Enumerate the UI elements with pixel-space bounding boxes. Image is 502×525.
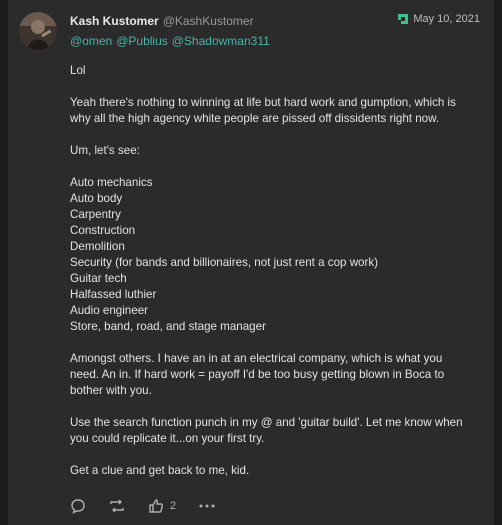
- body-line: Auto body: [70, 192, 123, 205]
- body-line: Um, let's see:: [70, 144, 140, 157]
- body-line: Use the search function punch in my @ an…: [70, 416, 463, 429]
- mentions: @omen @Publius @Shadowman311: [70, 34, 480, 48]
- body-line: bother with you.: [70, 384, 152, 397]
- post-body: Lol Yeah there's nothing to winning at li…: [70, 63, 482, 479]
- action-bar: 2: [70, 498, 238, 514]
- more-icon: [199, 504, 215, 508]
- body-line: need. An in. If hard work = payoff I'd b…: [70, 368, 445, 381]
- post-card: Kash Kustomer @KashKustomer May 10, 2021…: [8, 0, 494, 525]
- body-line: Security (for bands and billionaires, no…: [70, 256, 379, 269]
- body-line: Auto mechanics: [70, 176, 153, 189]
- body-line: Yeah there's nothing to winning at life …: [70, 96, 456, 109]
- body-line: Audio engineer: [70, 304, 148, 317]
- avatar[interactable]: [19, 12, 57, 50]
- body-line: you could replicate it...on your first t…: [70, 432, 265, 445]
- post-date[interactable]: May 10, 2021: [397, 12, 480, 26]
- like-icon: [149, 499, 163, 513]
- like-count: 2: [170, 500, 177, 512]
- repost-icon: [110, 499, 124, 513]
- body-line: why all the high agency white people are…: [70, 112, 440, 125]
- post-header: Kash Kustomer @KashKustomer May 10, 2021…: [70, 12, 480, 48]
- reply-button[interactable]: [70, 498, 86, 514]
- mention-link[interactable]: @Shadowman311: [172, 34, 270, 48]
- body-line: Store, band, road, and stage manager: [70, 320, 266, 333]
- reply-icon: [71, 499, 85, 514]
- like-button[interactable]: 2: [148, 498, 176, 514]
- body-line: Lol: [70, 64, 86, 77]
- body-line: Demolition: [70, 240, 125, 253]
- body-line: Construction: [70, 224, 136, 237]
- body-line: Halfassed luthier: [70, 288, 157, 301]
- mention-link[interactable]: @omen: [70, 34, 112, 48]
- mention-link[interactable]: @Publius: [116, 34, 168, 48]
- more-button[interactable]: [198, 498, 216, 514]
- repost-button[interactable]: [108, 498, 126, 514]
- body-line: Amongst others. I have an in at an elect…: [70, 352, 443, 365]
- body-line: Get a clue and get back to me, kid.: [70, 464, 250, 477]
- date-text: May 10, 2021: [413, 13, 480, 25]
- body-line: Guitar tech: [70, 272, 127, 285]
- body-line: Carpentry: [70, 208, 121, 221]
- author-name[interactable]: Kash Kustomer: [70, 14, 159, 28]
- author-handle[interactable]: @KashKustomer: [163, 14, 254, 28]
- gab-logo-icon: [398, 14, 409, 24]
